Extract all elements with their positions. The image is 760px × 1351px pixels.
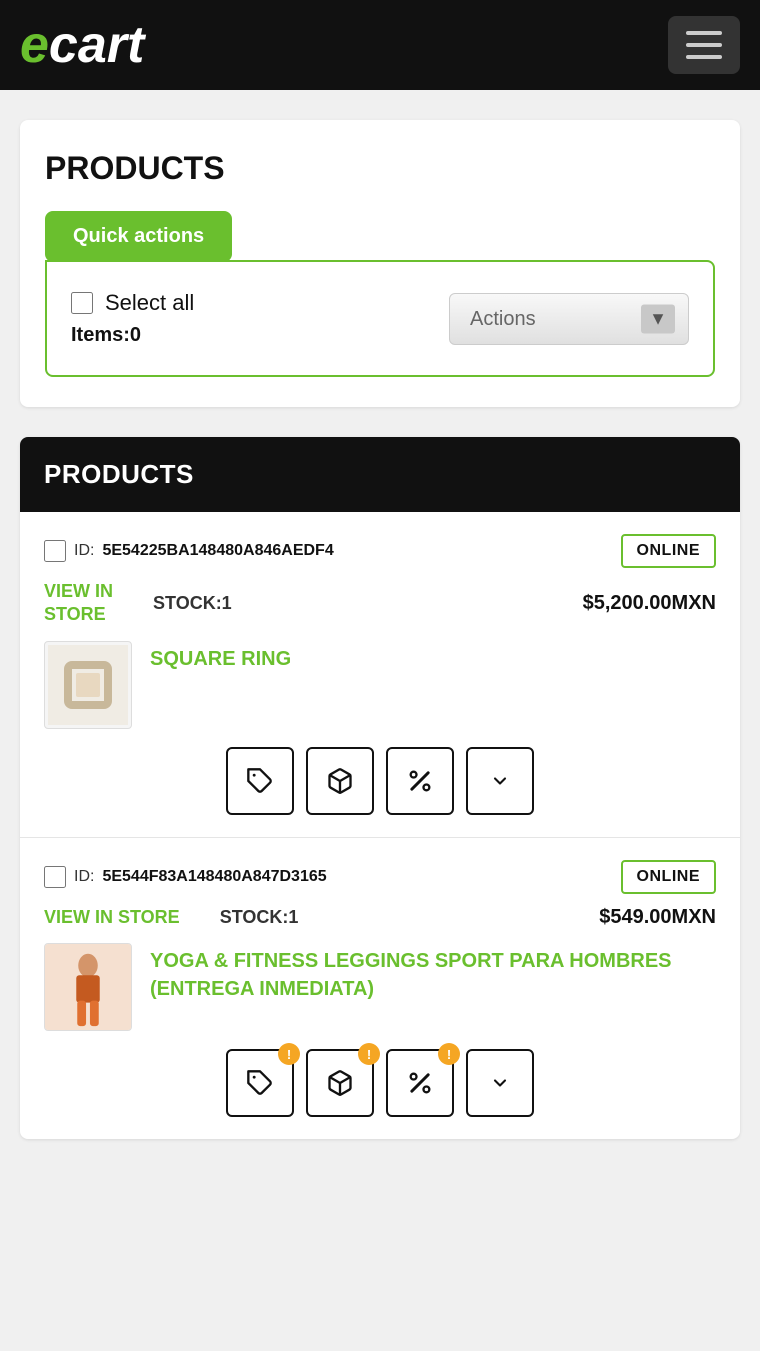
- hamburger-menu-button[interactable]: [668, 16, 740, 74]
- product-1-image: [44, 641, 132, 729]
- products-card-title: PRODUCTS: [45, 150, 715, 187]
- products-section-header: PRODUCTS: [20, 437, 740, 512]
- app-logo: e cart: [20, 19, 144, 71]
- logo-cart: cart: [49, 19, 144, 71]
- product-2-view-store-link[interactable]: VIEW IN STORE: [44, 906, 180, 929]
- product-2-stock: STOCK:1: [220, 907, 299, 928]
- product-top-row-2: ID: 5E544F83A148480A847D3165 ONLINE: [44, 860, 716, 894]
- product-2-more-button[interactable]: [466, 1049, 534, 1117]
- product-2-discount-button[interactable]: !: [386, 1049, 454, 1117]
- product-2-status-badge: ONLINE: [621, 860, 716, 894]
- product-1-id: 5E54225BA148480A846AEDF4: [102, 542, 333, 560]
- product-1-discount-button[interactable]: [386, 747, 454, 815]
- actions-select-wrapper: Actions Delete Publish Unpublish ▼: [449, 293, 689, 345]
- product-2-id-prefix: ID:: [74, 868, 94, 886]
- product-2-meta-row: VIEW IN STORE STOCK:1 $549.00MXN: [44, 906, 716, 929]
- product-2-box-button[interactable]: !: [306, 1049, 374, 1117]
- products-section-title: PRODUCTS: [44, 459, 716, 490]
- main-content: PRODUCTS Quick actions Select all Items:…: [0, 90, 760, 1169]
- product-2-id: 5E544F83A148480A847D3165: [102, 868, 326, 886]
- items-count: Items:0: [71, 324, 194, 347]
- product-2-price: $549.00MXN: [599, 906, 716, 929]
- select-all-label: Select all: [105, 290, 194, 316]
- product-1-name: SQUARE RING: [150, 641, 291, 673]
- logo-e: e: [20, 19, 49, 71]
- select-all-row: Select all: [71, 290, 194, 316]
- app-header: e cart: [0, 0, 760, 90]
- product-2-name: YOGA & FITNESS LEGGINGS SPORT PARA HOMBR…: [150, 943, 716, 1003]
- product-id-row: ID: 5E54225BA148480A846AEDF4: [44, 540, 334, 562]
- product-2-name-row: YOGA & FITNESS LEGGINGS SPORT PARA HOMBR…: [44, 943, 716, 1031]
- select-all-area: Select all Items:0: [71, 290, 194, 347]
- hamburger-line-2: [686, 43, 722, 47]
- actions-select[interactable]: Actions Delete Publish Unpublish: [449, 293, 689, 345]
- product-1-name-row: SQUARE RING: [44, 641, 716, 729]
- products-card: PRODUCTS Quick actions Select all Items:…: [20, 120, 740, 407]
- product-2-discount-badge: !: [438, 1043, 460, 1065]
- product-item: ID: 5E54225BA148480A846AEDF4 ONLINE VIEW…: [20, 512, 740, 838]
- product-1-id-prefix: ID:: [74, 542, 94, 560]
- product-2-box-badge: !: [358, 1043, 380, 1065]
- product-1-box-button[interactable]: [306, 747, 374, 815]
- quick-actions-panel: Select all Items:0 Actions Delete Publis…: [45, 260, 715, 377]
- product-1-stock: STOCK:1: [153, 593, 232, 614]
- select-all-checkbox[interactable]: [71, 292, 93, 314]
- product-2-checkbox[interactable]: [44, 866, 66, 888]
- product-1-view-store-link[interactable]: VIEW INSTORE: [44, 580, 113, 627]
- product-1-checkbox[interactable]: [44, 540, 66, 562]
- product-1-status-badge: ONLINE: [621, 534, 716, 568]
- product-2-tag-button[interactable]: !: [226, 1049, 294, 1117]
- hamburger-line-3: [686, 55, 722, 59]
- product-1-meta-row: VIEW INSTORE STOCK:1 $5,200.00MXN: [44, 580, 716, 627]
- product-2-id-row: ID: 5E544F83A148480A847D3165: [44, 866, 327, 888]
- products-section: PRODUCTS ID: 5E54225BA148480A846AEDF4 ON…: [20, 437, 740, 1139]
- product-1-price: $5,200.00MXN: [583, 592, 716, 615]
- product-item: ID: 5E544F83A148480A847D3165 ONLINE VIEW…: [20, 838, 740, 1139]
- product-1-more-button[interactable]: [466, 747, 534, 815]
- hamburger-line-1: [686, 31, 722, 35]
- product-2-actions-row: ! ! !: [44, 1049, 716, 1117]
- product-1-actions-row: [44, 747, 716, 815]
- product-2-tag-badge: !: [278, 1043, 300, 1065]
- product-1-tag-button[interactable]: [226, 747, 294, 815]
- product-top-row: ID: 5E54225BA148480A846AEDF4 ONLINE: [44, 534, 716, 568]
- quick-actions-button[interactable]: Quick actions: [45, 211, 232, 262]
- product-2-image: [44, 943, 132, 1031]
